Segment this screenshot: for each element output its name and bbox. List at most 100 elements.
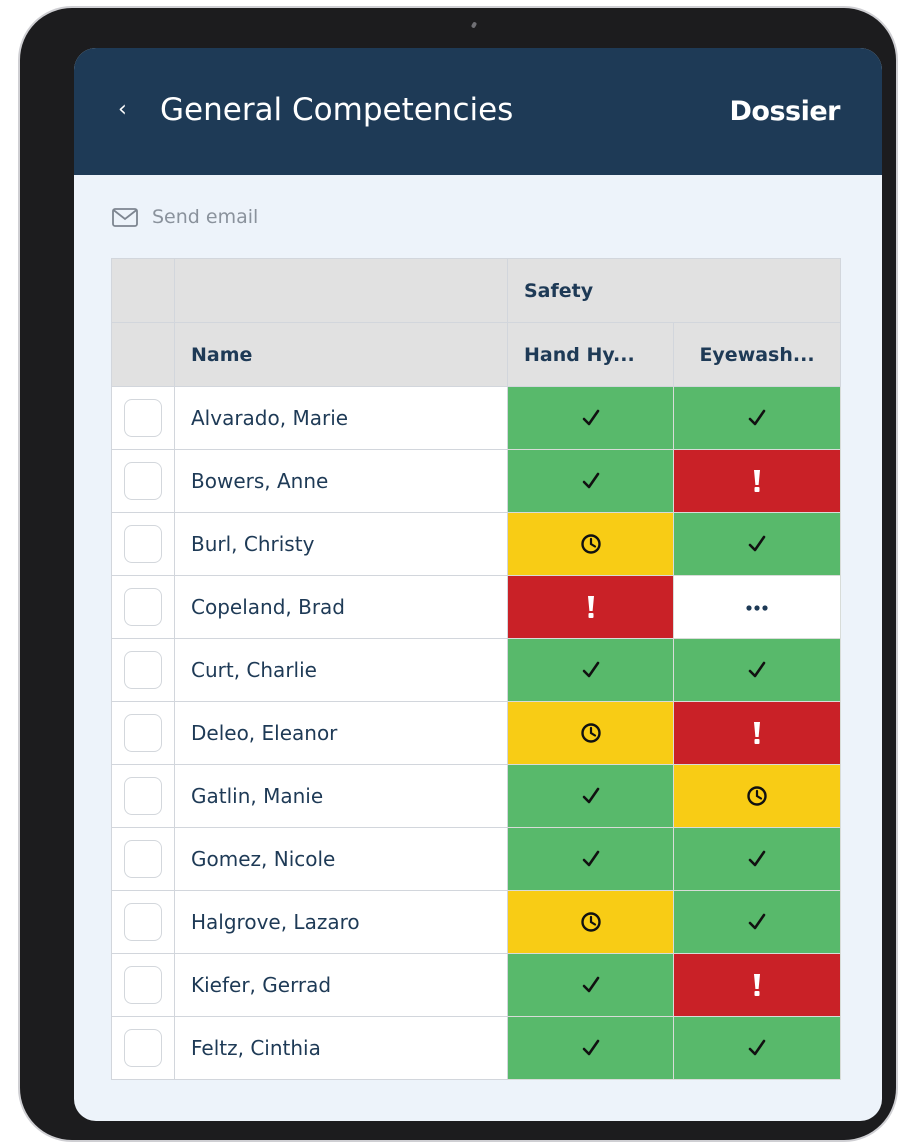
column-header-hand-hygiene[interactable]: Hand Hy...	[507, 322, 674, 387]
table-row[interactable]: Feltz, Cinthia	[111, 1016, 842, 1080]
clock-icon	[580, 912, 602, 932]
row-checkbox-cell	[111, 575, 175, 639]
ellipsis-icon	[746, 598, 768, 617]
table-row[interactable]: Kiefer, Gerrad	[111, 953, 842, 1017]
blank-header-cell	[111, 258, 175, 323]
eyewash-status-pending[interactable]	[672, 764, 842, 828]
table-row[interactable]: Bowers, Anne	[111, 449, 842, 513]
row-checkbox-cell	[111, 512, 175, 576]
clock-icon	[580, 723, 602, 743]
group-header-safety: Safety	[506, 258, 842, 323]
hand-hygiene-status-pending[interactable]	[507, 701, 674, 765]
row-checkbox[interactable]	[124, 903, 162, 941]
camera	[470, 21, 478, 29]
app-header: ‹ General Competencies Dossier	[74, 48, 882, 175]
dossier-logo: Dossier	[729, 96, 841, 127]
row-checkbox-cell	[111, 386, 175, 450]
employee-name[interactable]: Halgrove, Lazaro	[174, 890, 508, 954]
table-row[interactable]: Gatlin, Manie	[111, 764, 842, 828]
row-checkbox[interactable]	[124, 1029, 162, 1067]
tablet-frame: ‹ General Competencies Dossier Send emai…	[20, 8, 896, 1140]
row-checkbox-cell	[111, 827, 175, 891]
check-icon	[747, 912, 767, 931]
eyewash-status-ok[interactable]	[672, 890, 842, 954]
row-checkbox-cell	[111, 890, 175, 954]
employee-name[interactable]: Gatlin, Manie	[174, 764, 508, 828]
row-checkbox[interactable]	[124, 588, 162, 626]
eyewash-status-none[interactable]	[672, 575, 842, 639]
column-header-eyewash[interactable]: Eyewash...	[672, 322, 842, 387]
row-checkbox[interactable]	[124, 966, 162, 1004]
hand-hygiene-status-pending[interactable]	[507, 890, 674, 954]
hand-hygiene-status-ok[interactable]	[507, 764, 674, 828]
employee-name[interactable]: Kiefer, Gerrad	[174, 953, 508, 1017]
employee-name[interactable]: Gomez, Nicole	[174, 827, 508, 891]
eyewash-status-ok[interactable]	[672, 638, 842, 702]
check-icon	[747, 849, 767, 868]
eyewash-status-ok[interactable]	[672, 827, 842, 891]
send-email-button[interactable]: Send email	[112, 206, 258, 228]
row-checkbox[interactable]	[124, 651, 162, 689]
table-row[interactable]: Halgrove, Lazaro	[111, 890, 842, 954]
back-chevron-icon[interactable]: ‹	[118, 97, 127, 122]
row-checkbox[interactable]	[124, 714, 162, 752]
competency-table: Safety Name Hand Hy... Eyewash... Alvara…	[111, 258, 842, 1080]
hand-hygiene-status-ok[interactable]	[507, 953, 674, 1017]
row-checkbox[interactable]	[124, 525, 162, 563]
clock-icon	[746, 786, 768, 806]
employee-name[interactable]: Curt, Charlie	[174, 638, 508, 702]
table-row[interactable]: Alvarado, Marie	[111, 386, 842, 450]
employee-name[interactable]: Bowers, Anne	[174, 449, 508, 513]
exclamation-icon	[586, 596, 596, 618]
check-icon	[581, 471, 601, 490]
table-row[interactable]: Curt, Charlie	[111, 638, 842, 702]
check-icon	[581, 975, 601, 994]
check-icon	[581, 1038, 601, 1057]
row-checkbox[interactable]	[124, 399, 162, 437]
hand-hygiene-status-ok[interactable]	[507, 1016, 674, 1080]
row-checkbox-cell	[111, 638, 175, 702]
employee-name[interactable]: Copeland, Brad	[174, 575, 508, 639]
hand-hygiene-status-pending[interactable]	[507, 512, 674, 576]
eyewash-status-alert[interactable]	[672, 701, 842, 765]
row-checkbox-cell	[111, 1016, 175, 1080]
hand-hygiene-status-ok[interactable]	[507, 827, 674, 891]
send-email-label: Send email	[152, 206, 259, 228]
app-screen: ‹ General Competencies Dossier Send emai…	[74, 48, 882, 1121]
column-header-row: Name Hand Hy... Eyewash...	[111, 322, 842, 387]
group-header-row: Safety	[111, 258, 842, 323]
row-checkbox[interactable]	[124, 840, 162, 878]
exclamation-icon	[752, 470, 762, 492]
check-icon	[747, 534, 767, 553]
exclamation-icon	[752, 974, 762, 996]
page-title: General Competencies	[160, 92, 514, 128]
employee-name[interactable]: Deleo, Eleanor	[174, 701, 508, 765]
hand-hygiene-status-ok[interactable]	[507, 449, 674, 513]
hand-hygiene-status-alert[interactable]	[507, 575, 674, 639]
clock-icon	[580, 534, 602, 554]
eyewash-status-ok[interactable]	[672, 512, 842, 576]
row-checkbox[interactable]	[124, 777, 162, 815]
table-row[interactable]: Deleo, Eleanor	[111, 701, 842, 765]
column-header-name[interactable]: Name	[174, 322, 508, 387]
exclamation-icon	[752, 722, 762, 744]
hand-hygiene-status-ok[interactable]	[507, 638, 674, 702]
employee-name[interactable]: Burl, Christy	[174, 512, 508, 576]
eyewash-status-ok[interactable]	[672, 1016, 842, 1080]
employee-name[interactable]: Alvarado, Marie	[174, 386, 508, 450]
employee-name[interactable]: Feltz, Cinthia	[174, 1016, 508, 1080]
table-row[interactable]: Burl, Christy	[111, 512, 842, 576]
check-icon	[581, 408, 601, 427]
eyewash-status-alert[interactable]	[672, 953, 842, 1017]
eyewash-status-alert[interactable]	[672, 449, 842, 513]
mail-icon	[112, 207, 138, 227]
blank-header-cell	[174, 258, 508, 323]
check-icon	[747, 1038, 767, 1057]
check-icon	[747, 408, 767, 427]
table-row[interactable]: Gomez, Nicole	[111, 827, 842, 891]
hand-hygiene-status-ok[interactable]	[507, 386, 674, 450]
eyewash-status-ok[interactable]	[672, 386, 842, 450]
table-row[interactable]: Copeland, Brad	[111, 575, 842, 639]
row-checkbox[interactable]	[124, 462, 162, 500]
row-checkbox-cell	[111, 953, 175, 1017]
